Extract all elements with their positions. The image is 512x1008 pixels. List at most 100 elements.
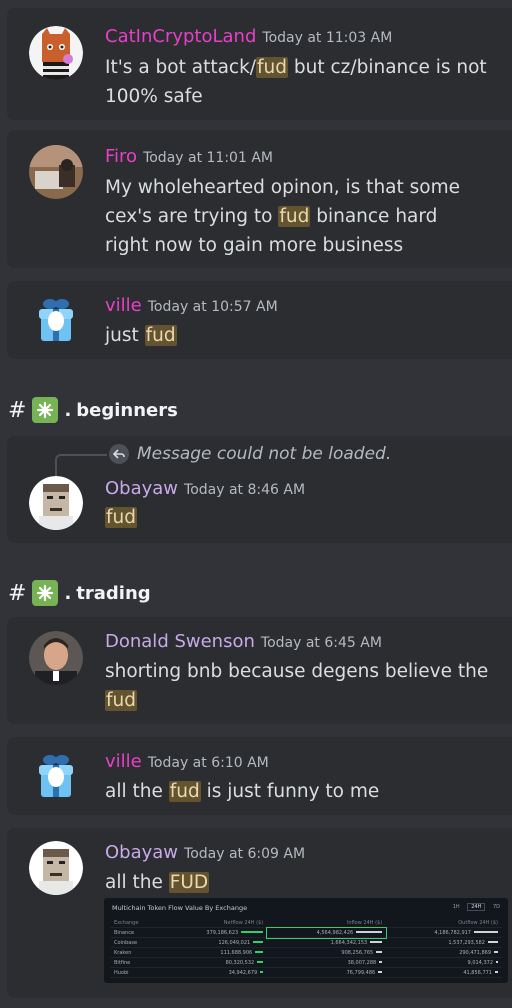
tab-1h: 1H	[452, 904, 460, 910]
avatar-image	[29, 145, 83, 199]
avatar[interactable]	[29, 293, 83, 347]
avatar[interactable]	[29, 26, 83, 80]
message-text: all the FUD	[105, 872, 210, 893]
avatar-image	[29, 841, 83, 895]
avatar[interactable]	[29, 476, 83, 530]
table-cell: 126,049,021	[162, 937, 268, 948]
flow-table: Exchange Netflow 24H ($) Inflow 24H ($) …	[110, 918, 502, 978]
search-highlight: fud	[168, 781, 201, 802]
table-cell: 41,856,771	[386, 967, 502, 978]
timestamp: Today at 11:01 AM	[143, 150, 273, 166]
message-card[interactable]: Firo Today at 11:01 AM My wholehearted op…	[7, 130, 512, 268]
channel-separator: .	[64, 582, 72, 604]
message-text: fud	[105, 503, 505, 532]
table-row: Kraken 111,688,906 908,256,765 290,471,8…	[110, 947, 502, 958]
avatar-image	[29, 476, 83, 530]
message-card[interactable]: Message could not be loaded. Obayaw Today…	[7, 436, 512, 543]
table-cell: 908,256,765	[267, 947, 387, 958]
avatar-image	[29, 631, 83, 685]
avatar[interactable]	[29, 841, 83, 895]
avatar-image	[29, 293, 83, 347]
attachment-tabs: 1H 24H 7D	[447, 903, 500, 911]
timestamp: Today at 6:45 AM	[260, 635, 382, 651]
search-highlight: FUD	[168, 872, 210, 893]
avatar[interactable]	[29, 749, 83, 803]
table-cell: 9,014,372	[386, 957, 502, 968]
table-cell: 80,320,532	[162, 957, 268, 968]
channel-header-trading[interactable]: # . trading	[8, 578, 151, 608]
table-cell: 290,471,869	[386, 947, 502, 958]
username[interactable]: Firo	[105, 146, 137, 167]
message-text: all the fud is just funny to me	[105, 781, 380, 802]
attachment-title: Multichain Token Flow Value By Exchange	[112, 904, 248, 912]
table-row: Huobi 34,942,679 76,799,486 41,856,771	[110, 967, 502, 978]
username[interactable]: Obayaw	[105, 842, 178, 863]
timestamp: Today at 6:09 AM	[184, 846, 306, 862]
netflow-bar	[253, 941, 264, 943]
inflow-bar	[378, 971, 383, 973]
username[interactable]: CatInCryptoLand	[105, 26, 256, 47]
netflow-bar	[257, 961, 264, 963]
message-text: just fud	[105, 325, 177, 346]
reply-arrow-icon	[109, 444, 129, 464]
tab-7d: 7D	[492, 904, 500, 910]
table-cell: 76,799,486	[267, 967, 387, 978]
message-card[interactable]: Donald Swenson Today at 6:45 AM shorting …	[7, 617, 512, 724]
inflow-bar	[356, 931, 383, 933]
table-cell: 111,688,906	[162, 947, 268, 958]
sparkle-icon	[32, 397, 59, 423]
table-cell: 1,664,342,153	[267, 937, 387, 948]
outflow-bar	[494, 951, 498, 953]
column-header: Netflow 24H ($)	[162, 918, 268, 928]
username[interactable]: ville	[105, 295, 142, 316]
search-highlight: fud	[278, 206, 311, 227]
channel-header-beginners[interactable]: # . beginners	[8, 395, 178, 425]
timestamp: Today at 10:57 AM	[147, 299, 278, 315]
timestamp: Today at 6:10 AM	[147, 755, 269, 771]
table-cell: 4,564,982,426	[266, 926, 388, 939]
table-cell: Binance	[110, 927, 163, 938]
sparkle-icon	[32, 580, 59, 606]
message-text: It's a bot attack/fud but cz/binance is …	[105, 57, 487, 107]
timestamp: Today at 8:46 AM	[184, 482, 306, 498]
outflow-bar	[488, 941, 498, 943]
column-header: Outflow 24H ($)	[386, 918, 502, 928]
table-cell: Huobi	[110, 967, 163, 978]
message-card[interactable]: ville Today at 10:57 AM just fud	[7, 281, 512, 359]
outflow-bar	[496, 961, 498, 963]
search-highlight: fud	[105, 690, 137, 711]
channel-hash-lock-icon: #	[8, 580, 27, 606]
table-cell: Bitfine	[110, 957, 163, 968]
table-row: Binance 379,186,623 4,564,982,426 4,186,…	[110, 926, 502, 939]
username[interactable]: Donald Swenson	[105, 631, 255, 652]
netflow-bar	[260, 971, 264, 973]
avatar[interactable]	[29, 631, 83, 685]
channel-hash-icon: #	[8, 397, 27, 423]
search-highlight: fud	[144, 325, 177, 346]
inflow-bar	[376, 951, 383, 953]
netflow-bar	[255, 951, 264, 953]
reply-spine	[55, 454, 107, 478]
message-text: shorting bnb because degens believe the …	[105, 661, 489, 711]
table-cell: 38,007,288	[267, 957, 387, 968]
table-header-row: Exchange Netflow 24H ($) Inflow 24H ($) …	[110, 918, 502, 928]
message-card[interactable]: Obayaw Today at 6:09 AM all the FUD Multi…	[7, 828, 512, 998]
avatar[interactable]	[29, 145, 83, 199]
netflow-bar	[241, 931, 264, 933]
avatar-image	[29, 26, 83, 80]
search-highlight: fud	[105, 507, 137, 528]
message-card[interactable]: CatInCryptoLand Today at 11:03 AM It's a …	[7, 8, 512, 120]
table-row: Bitfine 80,320,532 38,007,288 9,014,372	[110, 957, 502, 968]
inflow-bar	[379, 961, 383, 963]
image-attachment[interactable]: Multichain Token Flow Value By Exchange …	[104, 898, 508, 983]
username[interactable]: Obayaw	[105, 478, 178, 499]
username[interactable]: ville	[105, 751, 142, 772]
column-header: Inflow 24H ($)	[267, 918, 387, 928]
message-text: My wholehearted opinon, is that some cex…	[105, 177, 460, 256]
reply-preview[interactable]: Message could not be loaded.	[109, 444, 391, 464]
tab-24h: 24H	[467, 903, 486, 911]
message-card[interactable]: ville Today at 6:10 AM all the fud is jus…	[7, 737, 512, 815]
inflow-bar	[370, 941, 383, 943]
search-highlight: fud	[256, 57, 289, 78]
avatar-image	[29, 749, 83, 803]
